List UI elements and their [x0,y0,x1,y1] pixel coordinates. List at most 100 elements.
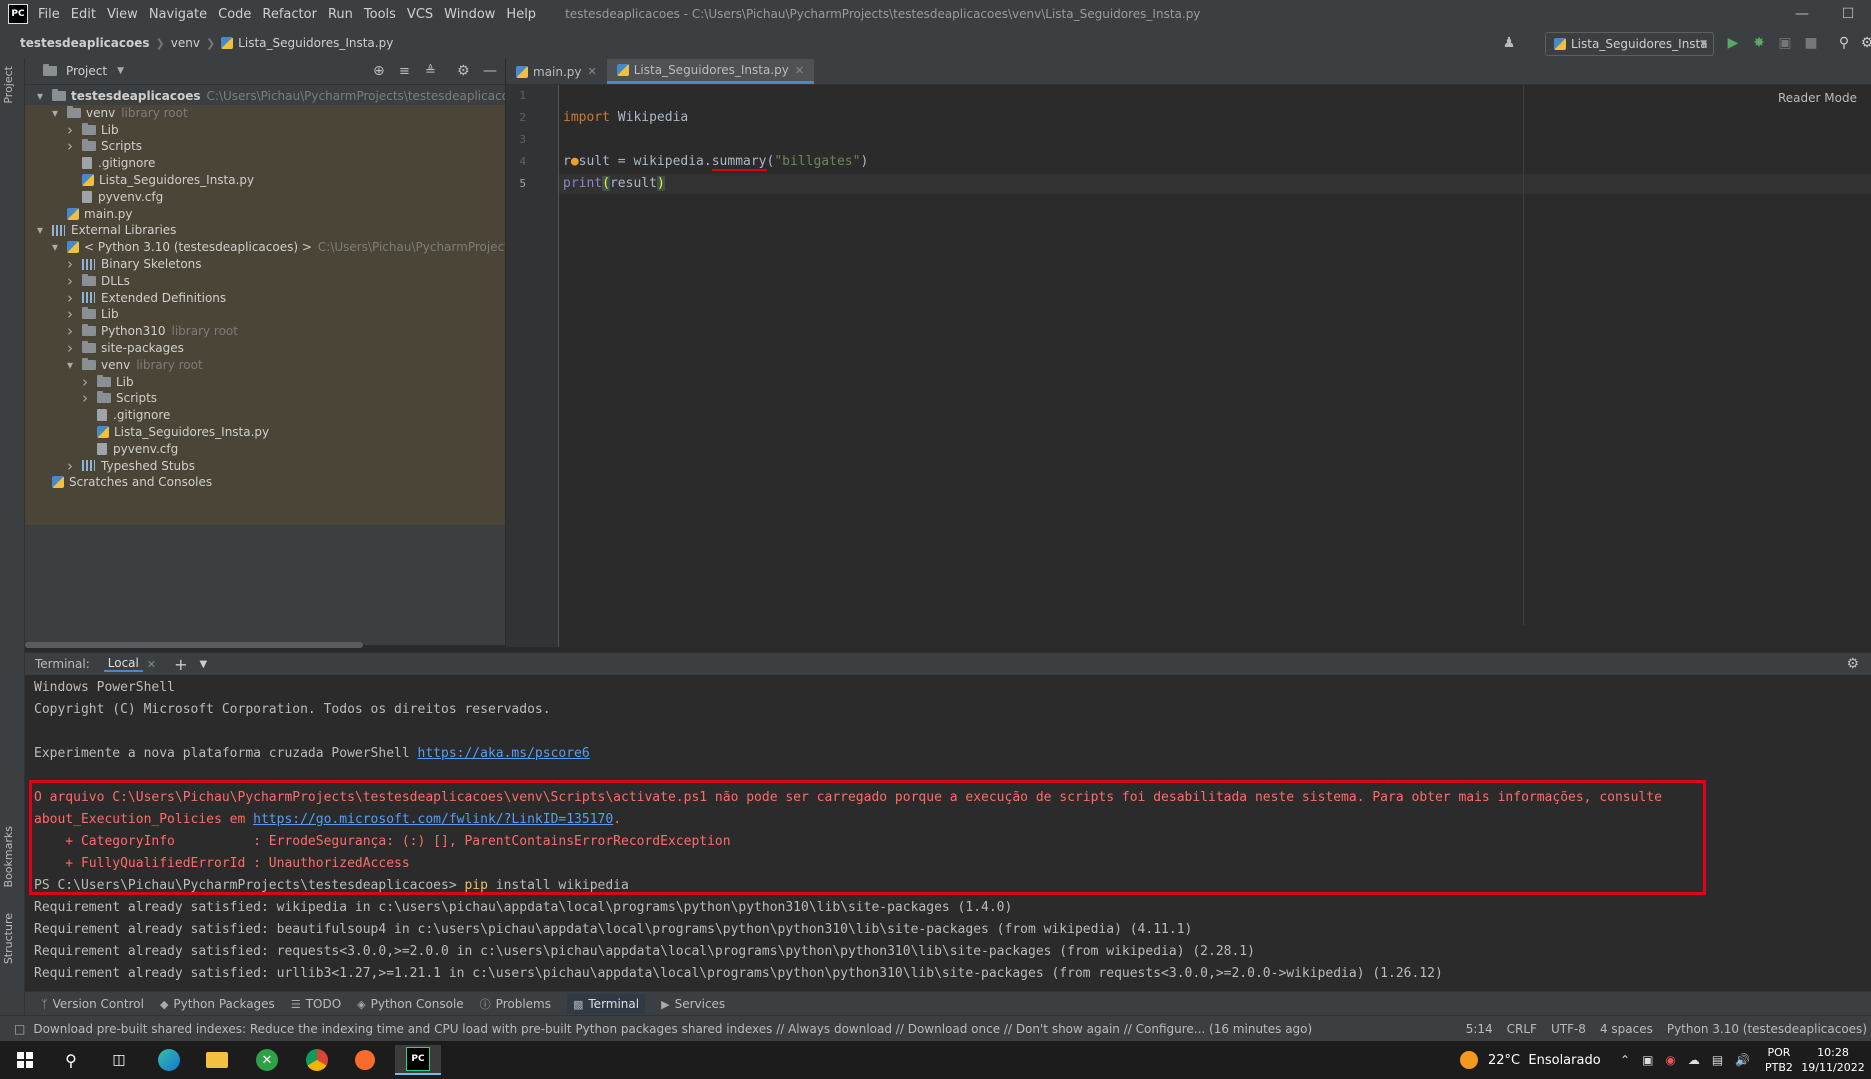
antivirus-icon[interactable]: ◉ [1665,1053,1675,1067]
branch-icon: ᛉ [41,997,48,1011]
weather-widget[interactable]: 22°C Ensolarado [1460,1041,1601,1079]
python-file-icon [616,64,629,76]
tab-main-py[interactable]: main.py ✕ [506,59,607,84]
chevron-up-icon[interactable]: ⌃ [1620,1053,1630,1067]
edge-browser-icon[interactable] [150,1045,188,1075]
tab-label: Problems [495,997,551,1011]
onedrive-icon[interactable]: ☁ [1688,1053,1700,1067]
tab-label: Version Control [52,997,144,1011]
stop-icon[interactable]: ■ [1802,34,1820,52]
coverage-icon[interactable]: ▣ [1776,34,1794,52]
chevron-down-icon[interactable]: ▼ [200,659,208,670]
tab-label: TODO [305,997,342,1011]
chevron-down-icon[interactable]: ▾ [34,223,46,237]
tree-item-label: DLLs [101,273,130,288]
tool-window-bar: ᛉ Version Control ◆ Python Packages ☰ TODO … [25,991,1871,1016]
meet-now-icon[interactable]: ▣ [1642,1053,1653,1067]
gear-icon[interactable]: ⚙ [1858,34,1871,52]
tab-lista-seguidores[interactable]: Lista_Seguidores_Insta.py ✕ [606,59,815,84]
network-icon[interactable]: ▤ [1712,1053,1723,1067]
menu-help[interactable]: Help [506,7,536,22]
right-margin-guide [1523,85,1524,625]
tree-item-hint: C:\Users\Pichau\PycharmProjects\testes [317,240,505,255]
indent-setting[interactable]: 4 spaces [1600,1022,1653,1036]
run-icon[interactable]: ▶ [1724,34,1742,52]
bookmarks-side-tab[interactable]: Bookmarks [2,826,15,887]
tree-item-label: venv [101,357,131,372]
tree-item-hint: library root [171,324,238,339]
folder-icon [82,341,96,353]
file-encoding[interactable]: UTF-8 [1551,1022,1586,1036]
run-config-selector[interactable]: Lista_Seguidores_Insta ▼ [1545,32,1714,56]
tab-version-control[interactable]: ᛉ Version Control [41,997,144,1011]
tree-item-label: Lib [116,374,134,389]
tab-terminal[interactable]: ▩ Terminal [566,994,646,1014]
user-icon[interactable]: ♟ [1500,34,1518,52]
pscore-link[interactable]: https://aka.ms/pscore6 [418,746,590,761]
code-line-4: r●sult = wikipedia.summary("billgates") [563,154,869,171]
maximize-icon[interactable]: ☐ [1825,0,1871,28]
tab-label: Python Console [370,997,464,1011]
close-icon[interactable]: ✕ [588,65,597,78]
interpreter-selector[interactable]: Python 3.10 (testesdeaplicacoes) [1667,1022,1867,1036]
folder-icon [82,122,96,135]
structure-side-tab[interactable]: Structure [2,913,15,964]
terminal-line: Experimente a nova plataforma cruzada Po… [34,746,590,761]
windows-taskbar: ⚲ ◫ ✕ PC 22°C Ensolarado ⌃ ▣ ◉ ☁ ▤ 🔊 POR… [0,1041,1871,1079]
chevron-down-icon[interactable]: ▾ [49,106,61,120]
tab-python-console[interactable]: ◈ Python Console [357,997,464,1011]
caret-position[interactable]: 5:14 [1466,1022,1493,1036]
tree-item-label: .gitignore [113,408,171,423]
system-clock[interactable]: 10:28 19/11/2022 [1800,1045,1866,1075]
terminal-line: Requirement already satisfied: wikipedia… [34,900,1013,915]
pycharm-taskbar-icon[interactable]: PC [395,1045,441,1075]
search-icon[interactable]: ⚲ [52,1045,90,1075]
tab-services[interactable]: ▶ Services [661,997,725,1011]
status-bar: □ Download pre-built shared indexes: Red… [0,1015,1871,1042]
tab-python-packages[interactable]: ◆ Python Packages [160,997,275,1011]
horizontal-scrollbar[interactable] [25,642,363,648]
notification-icon[interactable]: □ [14,1022,25,1036]
services-icon: ▶ [661,997,670,1011]
folder-icon [82,324,96,337]
origin-icon[interactable] [346,1045,384,1075]
folder-icon [82,139,96,152]
tree-item-hint: C:\Users\Pichau\PycharmProjects\testesde… [206,89,505,103]
folder-icon [82,273,96,286]
tree-item[interactable]: Scratches and Consoles [34,472,212,492]
close-icon[interactable]: ✕ [147,658,156,671]
windows-start-icon[interactable] [6,1045,44,1075]
minimize-icon[interactable]: — [1779,0,1825,28]
line-number: 5 [519,177,526,190]
gear-icon[interactable]: ⚙ [1846,656,1859,672]
debug-icon[interactable]: ✸ [1750,34,1768,52]
tab-label: Python Packages [173,997,275,1011]
file-explorer-icon[interactable] [198,1045,236,1075]
terminal-line: Requirement already satisfied: urllib3<1… [34,966,1443,981]
line-separator[interactable]: CRLF [1507,1022,1537,1036]
chevron-down-icon[interactable]: ▾ [34,89,46,103]
weather-text: 22°C Ensolarado [1488,1052,1601,1068]
input-language[interactable]: POR PTB2 [1765,1045,1793,1075]
status-message[interactable]: Download pre-built shared indexes: Reduc… [33,1022,1312,1036]
scratches-icon [52,476,64,489]
tree-item-label: Python310 [101,324,166,339]
chevron-down-icon[interactable]: ▾ [64,358,76,372]
xbox-icon[interactable]: ✕ [248,1045,286,1075]
folder-icon [67,105,81,118]
tab-todo[interactable]: ☰ TODO [291,997,341,1011]
clock-date: 19/11/2022 [1801,1061,1865,1074]
close-icon[interactable]: ✕ [795,64,804,77]
add-tab-icon[interactable]: + [174,655,187,674]
chevron-down-icon[interactable]: ▾ [49,240,61,254]
tab-problems[interactable]: ⓘ Problems [480,996,551,1012]
search-icon[interactable]: ⚲ [1835,34,1853,52]
reader-mode-toggle[interactable]: Reader Mode [1778,91,1857,105]
project-tree-rows: ▾ testesdeaplicacoes C:\Users\Pichau\Pycha… [0,0,505,600]
language-code: POR [1767,1046,1791,1059]
tree-item-label: Lista_Seguidores_Insta.py [99,173,255,187]
task-view-icon[interactable]: ◫ [100,1045,138,1075]
volume-icon[interactable]: 🔊 [1735,1053,1750,1067]
chrome-icon[interactable] [298,1045,336,1075]
terminal-tab-local[interactable]: Local [103,656,143,672]
